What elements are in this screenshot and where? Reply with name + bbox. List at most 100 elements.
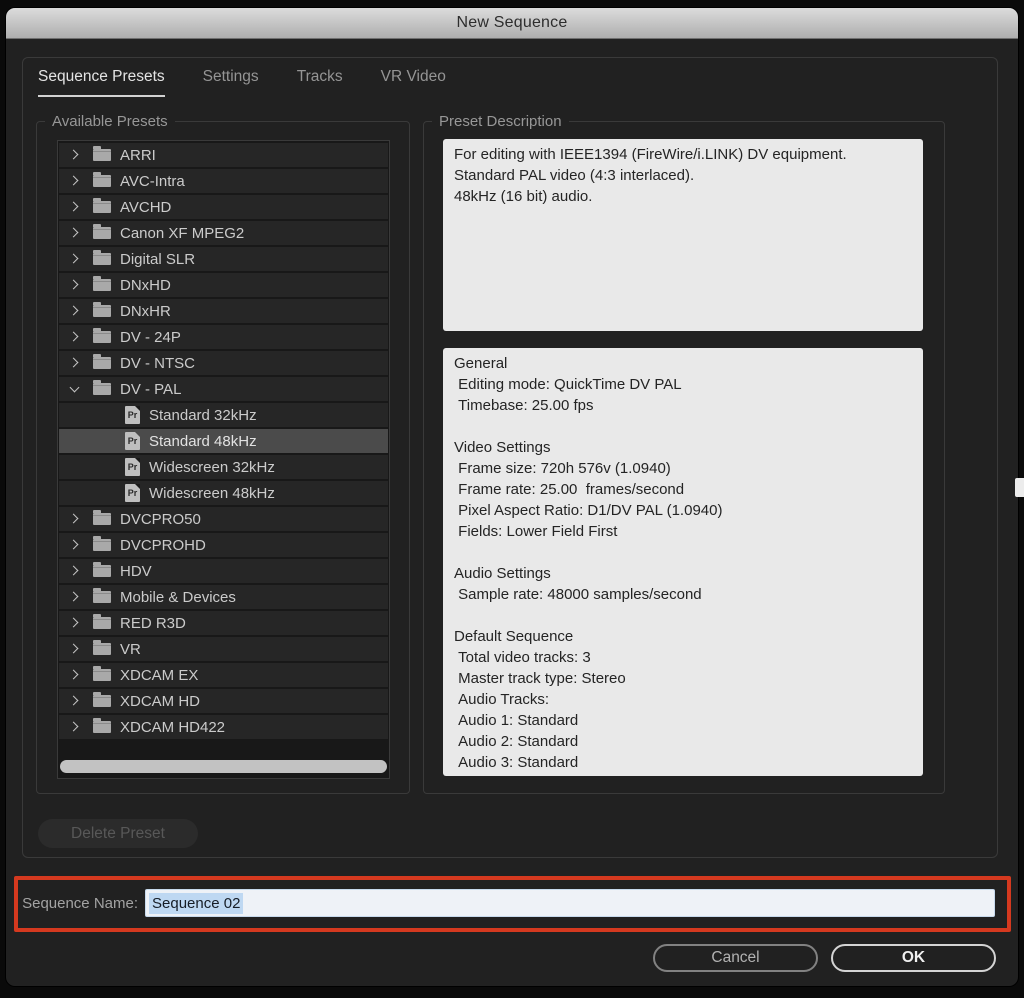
preset-folder-label: DVCPRO50 bbox=[120, 510, 201, 528]
folder-icon bbox=[93, 614, 111, 629]
preset-item-label: Widescreen 32kHz bbox=[149, 458, 275, 476]
chevron-right-icon[interactable] bbox=[70, 644, 80, 654]
chevron-right-icon[interactable] bbox=[70, 202, 80, 212]
preset-folder-row[interactable]: XDCAM HD422 bbox=[59, 715, 388, 739]
chevron-right-icon[interactable] bbox=[70, 566, 80, 576]
preset-item-row[interactable]: Pr Standard 48kHz bbox=[59, 429, 388, 453]
chevron-right-icon[interactable] bbox=[70, 670, 80, 680]
chevron-right-icon[interactable] bbox=[70, 592, 80, 602]
chevron-right-icon[interactable] bbox=[70, 306, 80, 316]
preset-folder-label: DVCPROHD bbox=[120, 536, 206, 554]
chevron-right-icon[interactable] bbox=[70, 358, 80, 368]
preset-item-row[interactable]: Pr Widescreen 32kHz bbox=[59, 455, 388, 479]
chevron-right-icon[interactable] bbox=[70, 228, 80, 238]
chevron-right-icon[interactable] bbox=[70, 332, 80, 342]
tab-vr-video[interactable]: VR Video bbox=[381, 68, 446, 97]
preset-folder-label: RED R3D bbox=[120, 614, 186, 632]
chevron-right-icon[interactable] bbox=[70, 514, 80, 524]
preset-folder-row[interactable]: Digital SLR bbox=[59, 247, 388, 271]
dialog-title: New Sequence bbox=[456, 14, 568, 31]
preset-folder-label: DNxHD bbox=[120, 276, 171, 294]
preset-folder-row[interactable]: DV - NTSC bbox=[59, 351, 388, 375]
preset-folder-label: DV - PAL bbox=[120, 380, 182, 398]
chevron-right-icon[interactable] bbox=[70, 722, 80, 732]
chevron-right-icon[interactable] bbox=[70, 696, 80, 706]
chevron-right-icon[interactable] bbox=[70, 540, 80, 550]
preset-folder-row[interactable]: Canon XF MPEG2 bbox=[59, 221, 388, 245]
sequence-name-label: Sequence Name: bbox=[22, 895, 138, 912]
preset-folder-label: Canon XF MPEG2 bbox=[120, 224, 245, 242]
tab-tracks[interactable]: Tracks bbox=[297, 68, 343, 97]
preset-folder-row[interactable]: XDCAM HD bbox=[59, 689, 388, 713]
ok-button[interactable]: OK bbox=[831, 944, 996, 972]
preset-folder-row[interactable]: Mobile & Devices bbox=[59, 585, 388, 609]
chevron-right-icon[interactable] bbox=[70, 280, 80, 290]
folder-icon bbox=[93, 302, 111, 317]
preset-folder-row[interactable]: AVCHD bbox=[59, 195, 388, 219]
tab-sequence-presets[interactable]: Sequence Presets bbox=[38, 68, 165, 97]
preset-item-row[interactable]: Pr Standard 32kHz bbox=[59, 403, 388, 427]
folder-icon bbox=[93, 250, 111, 265]
preset-folder-row[interactable]: DVCPROHD bbox=[59, 533, 388, 557]
preset-folder-row[interactable]: DV - 24P bbox=[59, 325, 388, 349]
preset-item-label: Widescreen 48kHz bbox=[149, 484, 275, 502]
premiere-preset-icon: Pr bbox=[125, 484, 140, 502]
tab-settings[interactable]: Settings bbox=[203, 68, 259, 97]
chevron-down-icon[interactable] bbox=[70, 384, 80, 394]
preset-folder-row[interactable]: DNxHD bbox=[59, 273, 388, 297]
preset-folder-row[interactable]: DVCPRO50 bbox=[59, 507, 388, 531]
cancel-button[interactable]: Cancel bbox=[653, 944, 818, 972]
folder-icon bbox=[93, 562, 111, 577]
folder-icon bbox=[93, 354, 111, 369]
folder-icon bbox=[93, 380, 111, 395]
preset-folder-label: DV - NTSC bbox=[120, 354, 195, 372]
folder-icon bbox=[93, 718, 111, 733]
preset-folder-label: XDCAM HD bbox=[120, 692, 201, 710]
preset-folder-label: DV - 24P bbox=[120, 328, 181, 346]
preset-folder-label: VR bbox=[120, 640, 141, 658]
chevron-right-icon[interactable] bbox=[70, 618, 80, 628]
folder-icon bbox=[93, 692, 111, 707]
preset-folder-row[interactable]: XDCAM EX bbox=[59, 663, 388, 687]
folder-icon bbox=[93, 328, 111, 343]
preset-folder-label: Digital SLR bbox=[120, 250, 196, 268]
preset-folder-row[interactable]: ARRI bbox=[59, 143, 388, 167]
sequence-name-input[interactable]: Sequence 02 bbox=[145, 889, 995, 917]
preset-folder-row[interactable]: DV - PAL bbox=[59, 377, 388, 401]
preset-item-label: Standard 32kHz bbox=[149, 406, 257, 424]
chevron-right-icon[interactable] bbox=[70, 176, 80, 186]
delete-preset-button[interactable]: Delete Preset bbox=[38, 819, 198, 848]
preset-folder-label: AVC-Intra bbox=[120, 172, 185, 190]
preset-folder-row[interactable]: RED R3D bbox=[59, 611, 388, 635]
folder-icon bbox=[93, 588, 111, 603]
preset-summary-text: For editing with IEEE1394 (FireWire/i.LI… bbox=[443, 139, 923, 331]
preset-folder-label: XDCAM EX bbox=[120, 666, 199, 684]
preset-folder-row[interactable]: DNxHR bbox=[59, 299, 388, 323]
folder-icon bbox=[93, 198, 111, 213]
preset-folder-label: HDV bbox=[120, 562, 152, 580]
folder-icon bbox=[93, 666, 111, 681]
preset-item-row[interactable]: Pr Widescreen 48kHz bbox=[59, 481, 388, 505]
preset-details-text: General Editing mode: QuickTime DV PAL T… bbox=[443, 348, 923, 776]
folder-icon bbox=[93, 224, 111, 239]
premiere-preset-icon: Pr bbox=[125, 406, 140, 424]
preset-tree: ARRI AVC-Intra AVCHD Canon XF MPEG2 Digital … bbox=[57, 140, 390, 779]
preset-folder-label: AVCHD bbox=[120, 198, 172, 216]
preset-folder-row[interactable]: AVC-Intra bbox=[59, 169, 388, 193]
tab-bar: Sequence Presets Settings Tracks VR Video bbox=[38, 68, 446, 97]
preset-folder-row[interactable]: VR bbox=[59, 637, 388, 661]
chevron-right-icon[interactable] bbox=[70, 150, 80, 160]
folder-icon bbox=[93, 510, 111, 525]
preset-description-legend: Preset Description bbox=[432, 112, 569, 132]
sequence-name-value: Sequence 02 bbox=[149, 892, 244, 914]
preset-folder-label: ARRI bbox=[120, 146, 156, 164]
folder-icon bbox=[93, 276, 111, 291]
preset-folder-row[interactable]: HDV bbox=[59, 559, 388, 583]
screenshot-root: New Sequence Sequence Presets Settings Tra… bbox=[0, 0, 1024, 998]
folder-icon bbox=[93, 146, 111, 161]
dialog-title-bar[interactable]: New Sequence bbox=[6, 8, 1018, 39]
preset-folder-label: XDCAM HD422 bbox=[120, 718, 226, 736]
right-edge-scroll-artifact bbox=[1015, 478, 1024, 497]
chevron-right-icon[interactable] bbox=[70, 254, 80, 264]
horizontal-scrollbar-thumb[interactable] bbox=[60, 760, 387, 773]
